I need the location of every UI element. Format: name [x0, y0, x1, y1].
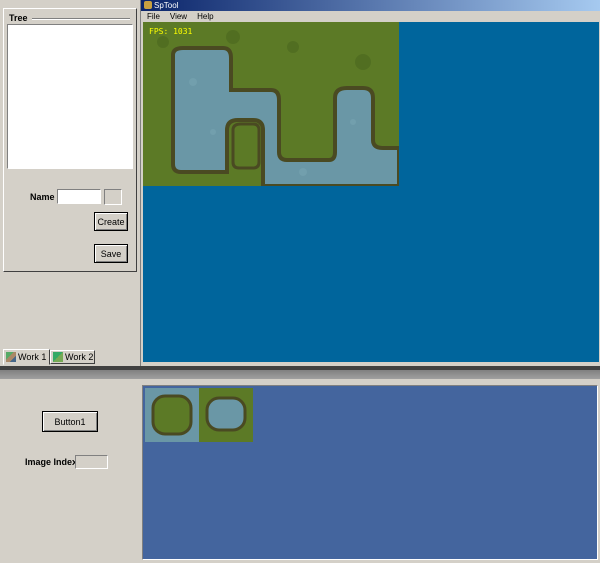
title-bar: SpTool — [141, 0, 600, 11]
tab-work-2[interactable]: Work 2 — [50, 350, 95, 364]
tree-label: Tree — [9, 13, 28, 23]
tree-view[interactable] — [7, 24, 133, 169]
left-panel: Tree Name Create Save — [3, 8, 137, 272]
work-icon — [53, 352, 63, 362]
tab-work-2-label: Work 2 — [65, 352, 94, 362]
tab-work-1-label: Work 1 — [18, 352, 47, 362]
bottom-header — [0, 370, 600, 379]
save-button[interactable]: Save — [94, 244, 128, 263]
create-button[interactable]: Create — [94, 212, 128, 231]
tile-map — [143, 22, 399, 186]
image-index-field[interactable] — [75, 455, 108, 469]
menu-view[interactable]: View — [170, 12, 187, 22]
image-index-label: Image Index — [25, 457, 78, 467]
menu-bar: File View Help — [147, 12, 224, 22]
main-window: SpTool File View Help FPS: 1031 — [140, 0, 600, 366]
menu-file[interactable]: File — [147, 12, 160, 22]
work-icon — [6, 352, 16, 362]
window-title: SpTool — [154, 1, 179, 10]
name-label: Name — [30, 192, 55, 202]
tab-work-1[interactable]: Work 1 — [3, 349, 50, 365]
bottom-panel: Button1 Image Index — [0, 379, 600, 563]
name-field[interactable] — [57, 189, 101, 204]
button1[interactable]: Button1 — [42, 411, 98, 432]
tile-palette[interactable] — [142, 385, 598, 560]
tile-thumbnails — [145, 388, 253, 442]
map-canvas[interactable]: FPS: 1031 — [143, 22, 599, 362]
name-extra-box[interactable] — [104, 189, 122, 205]
app-icon — [144, 1, 152, 9]
fps-readout: FPS: 1031 — [149, 27, 193, 36]
menu-help[interactable]: Help — [197, 12, 213, 22]
tree-header-line — [32, 18, 130, 20]
